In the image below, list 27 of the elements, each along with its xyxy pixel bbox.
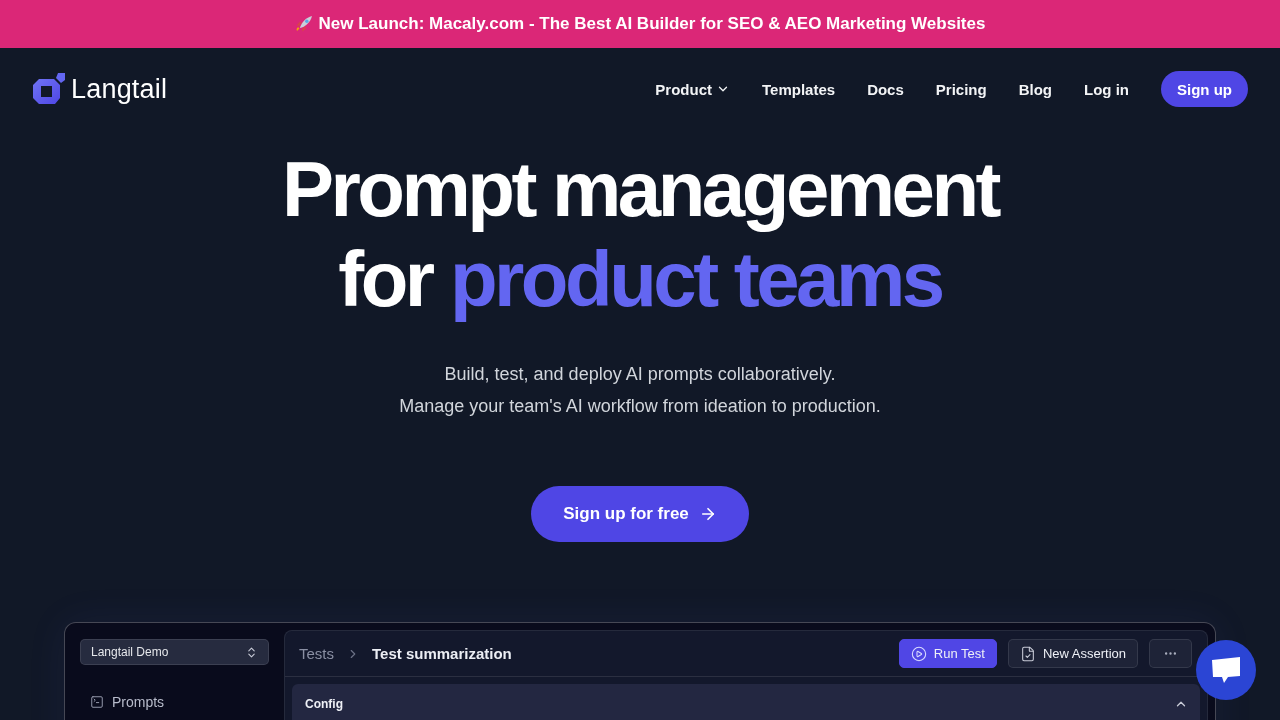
chat-bubble-icon <box>1211 656 1241 684</box>
hero-subtitle: Build, test, and deploy AI prompts collaboratively. Manage your team's AI workflow from ideation to production. <box>399 363 881 418</box>
file-check-icon <box>1019 645 1036 662</box>
page-title: Test summarization <box>372 645 512 662</box>
breadcrumb-link[interactable]: Tests <box>299 645 334 662</box>
new-assertion-button[interactable]: New Assertion <box>1007 639 1138 668</box>
nav-dropdown[interactable]: Product <box>655 80 731 98</box>
panel-title: Config <box>305 697 343 711</box>
chevrons-up-down-icon <box>245 645 258 659</box>
nav-link[interactable]: Docs <box>867 80 904 98</box>
sidebar-item[interactable]: Prompts <box>80 694 269 710</box>
sign-up-button[interactable]: Sign up <box>1161 71 1248 107</box>
terminal-icon <box>90 695 104 709</box>
nav-link[interactable]: Blog <box>1018 80 1052 98</box>
play-circle-icon <box>910 645 927 662</box>
chat-button[interactable] <box>1196 640 1256 700</box>
run-test-button[interactable]: Run Test <box>898 639 997 668</box>
sign-up-free-button[interactable]: Sign up for free <box>531 486 749 542</box>
logo-text[interactable]: Langtail <box>71 73 168 105</box>
workspace-select[interactable]: Langtail Demo <box>80 639 269 665</box>
rocket-icon <box>294 15 313 33</box>
logo-icon <box>32 73 66 105</box>
announcement-text[interactable]: New Launch: Macaly.com - The Best AI Builder for SEO & AEO Marketing Websites <box>318 14 986 34</box>
hero-heading: Prompt management for product teams <box>281 144 999 324</box>
nav-link[interactable]: Log in <box>1084 80 1129 98</box>
nav-link[interactable]: Templates <box>762 80 836 98</box>
nav-link[interactable]: Pricing <box>935 80 987 98</box>
